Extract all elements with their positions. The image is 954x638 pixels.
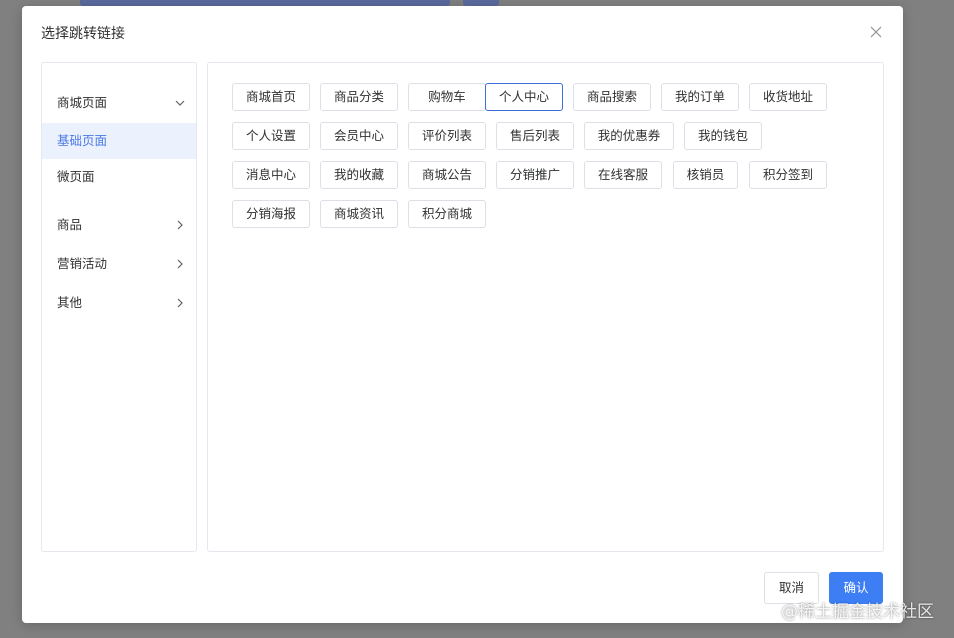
sidebar-item-label: 微页面 <box>57 169 95 184</box>
link-button[interactable]: 商城首页 <box>232 83 310 111</box>
link-button[interactable]: 核销员 <box>673 161 738 189</box>
link-button[interactable]: 积分签到 <box>749 161 827 189</box>
link-button-selected[interactable]: 个人中心 <box>485 83 563 111</box>
link-button[interactable]: 个人设置 <box>232 122 310 150</box>
link-button[interactable]: 分销推广 <box>496 161 574 189</box>
link-button[interactable]: 我的钱包 <box>684 122 762 150</box>
link-button[interactable]: 会员中心 <box>320 122 398 150</box>
link-button[interactable]: 积分商城 <box>408 200 486 228</box>
chevron-right-icon <box>177 298 183 308</box>
link-button[interactable]: 购物车 <box>408 83 486 111</box>
close-icon[interactable] <box>869 25 883 39</box>
sidebar-item-label: 商品 <box>57 217 83 232</box>
link-button[interactable]: 售后列表 <box>496 122 574 150</box>
sidebar-item-marketing[interactable]: 营销活动 <box>42 246 196 282</box>
watermark: @稀土掘金技术社区 <box>781 602 934 622</box>
sidebar-item-label: 营销活动 <box>57 256 108 271</box>
dialog-title: 选择跳转链接 <box>41 26 125 42</box>
sidebar-item-micro-pages[interactable]: 微页面 <box>42 159 196 195</box>
link-button[interactable]: 收货地址 <box>749 83 827 111</box>
link-button[interactable]: 我的收藏 <box>320 161 398 189</box>
chevron-right-icon <box>177 259 183 269</box>
sidebar-item-other[interactable]: 其他 <box>42 285 196 321</box>
sidebar-item-mall-pages[interactable]: 商城页面 <box>42 85 196 121</box>
link-grid-panel: 商城首页 商品分类 购物车 个人中心 商品搜索 我的订单 收货地址 个人设置 会… <box>207 62 884 552</box>
link-button[interactable]: 我的优惠券 <box>584 122 674 150</box>
link-button[interactable]: 消息中心 <box>232 161 310 189</box>
link-button[interactable]: 商品分类 <box>320 83 398 111</box>
link-button[interactable]: 分销海报 <box>232 200 310 228</box>
sidebar-item-basic-pages[interactable]: 基础页面 <box>42 123 196 159</box>
sidebar-item-label: 其他 <box>57 295 83 310</box>
category-sidebar: 商城页面 基础页面 微页面 商品 营销活动 其他 <box>41 62 197 552</box>
link-button[interactable]: 商城资讯 <box>320 200 398 228</box>
chevron-down-icon <box>175 100 185 106</box>
sidebar-item-label: 基础页面 <box>57 133 108 148</box>
chevron-right-icon <box>177 220 183 230</box>
link-button[interactable]: 在线客服 <box>584 161 662 189</box>
link-button[interactable]: 评价列表 <box>408 122 486 150</box>
link-button[interactable]: 我的订单 <box>661 83 739 111</box>
link-button[interactable]: 商品搜索 <box>573 83 651 111</box>
select-link-dialog: 选择跳转链接 商城页面 基础页面 微页面 商品 营销活动 其他 商城首页 商品分… <box>22 6 903 623</box>
link-button[interactable]: 商城公告 <box>408 161 486 189</box>
sidebar-item-label: 商城页面 <box>57 95 108 110</box>
sidebar-item-products[interactable]: 商品 <box>42 207 196 243</box>
